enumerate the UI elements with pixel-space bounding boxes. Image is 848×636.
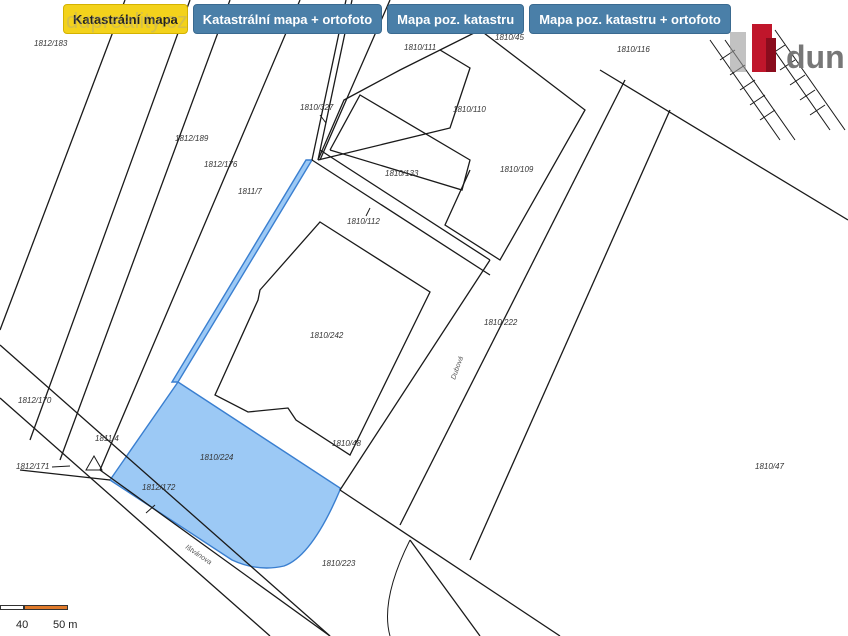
- parcel-label: 1810/242: [310, 331, 344, 340]
- parcel-label: 1810/48: [332, 439, 361, 448]
- parcel-label: 1812/189: [175, 134, 209, 143]
- parcel-label: 1810/327: [300, 103, 334, 112]
- tab-katastralni-mapa[interactable]: Katastrální mapa: [63, 4, 188, 34]
- map-type-tabs: Katastrální mapa Katastrální mapa + orto…: [63, 4, 731, 34]
- scale-bar: 40 50 m: [0, 604, 80, 634]
- highlighted-parcel[interactable]: [109, 381, 341, 569]
- parcel-boundaries: [0, 0, 848, 636]
- parcel-label: 1812/170: [18, 396, 52, 405]
- tab-katastralni-mapa-ortofoto[interactable]: Katastrální mapa + ortofoto: [192, 4, 383, 34]
- parcel-label: 1811/7: [238, 187, 262, 196]
- street-label-dubova: Dubová: [450, 356, 465, 381]
- parcel-label: 1810/111: [404, 43, 436, 52]
- cadastral-map[interactable]: 1812/183 1810/111 1810/45 1810/327 1810/…: [0, 0, 848, 636]
- parcel-label: 1812/176: [204, 160, 238, 169]
- scale-label-50m: 50 m: [53, 619, 78, 631]
- parcel-label: 1812/183: [34, 39, 68, 48]
- parcel-label: 1810/45: [495, 33, 524, 42]
- tab-mapa-poz-katastru[interactable]: Mapa poz. katastru: [387, 4, 525, 34]
- parcel-label: 1812/172: [142, 483, 176, 492]
- parcel-label: 1810/112: [347, 217, 380, 226]
- parcel-label: 1811/4: [95, 434, 119, 443]
- parcel-label: 1810/110: [453, 105, 486, 114]
- parcel-label: 1812/171: [16, 462, 49, 471]
- scale-label-40: 40: [16, 619, 29, 631]
- parcel-label: 1810/223: [322, 559, 356, 568]
- parcel-label: 1810/222: [484, 318, 518, 327]
- brand-logo: dun: [730, 24, 845, 75]
- parcel-label: 1810/224: [200, 453, 234, 462]
- parcel-label: 1810/47: [755, 462, 784, 471]
- logo-text: dun: [786, 39, 845, 75]
- tab-mapa-poz-katastru-ortofoto[interactable]: Mapa poz. katastru + ortofoto: [529, 4, 731, 34]
- parcel-label: 1810/133: [385, 169, 419, 178]
- parcel-label: 1810/116: [617, 45, 650, 54]
- parcel-label: 1810/109: [500, 165, 534, 174]
